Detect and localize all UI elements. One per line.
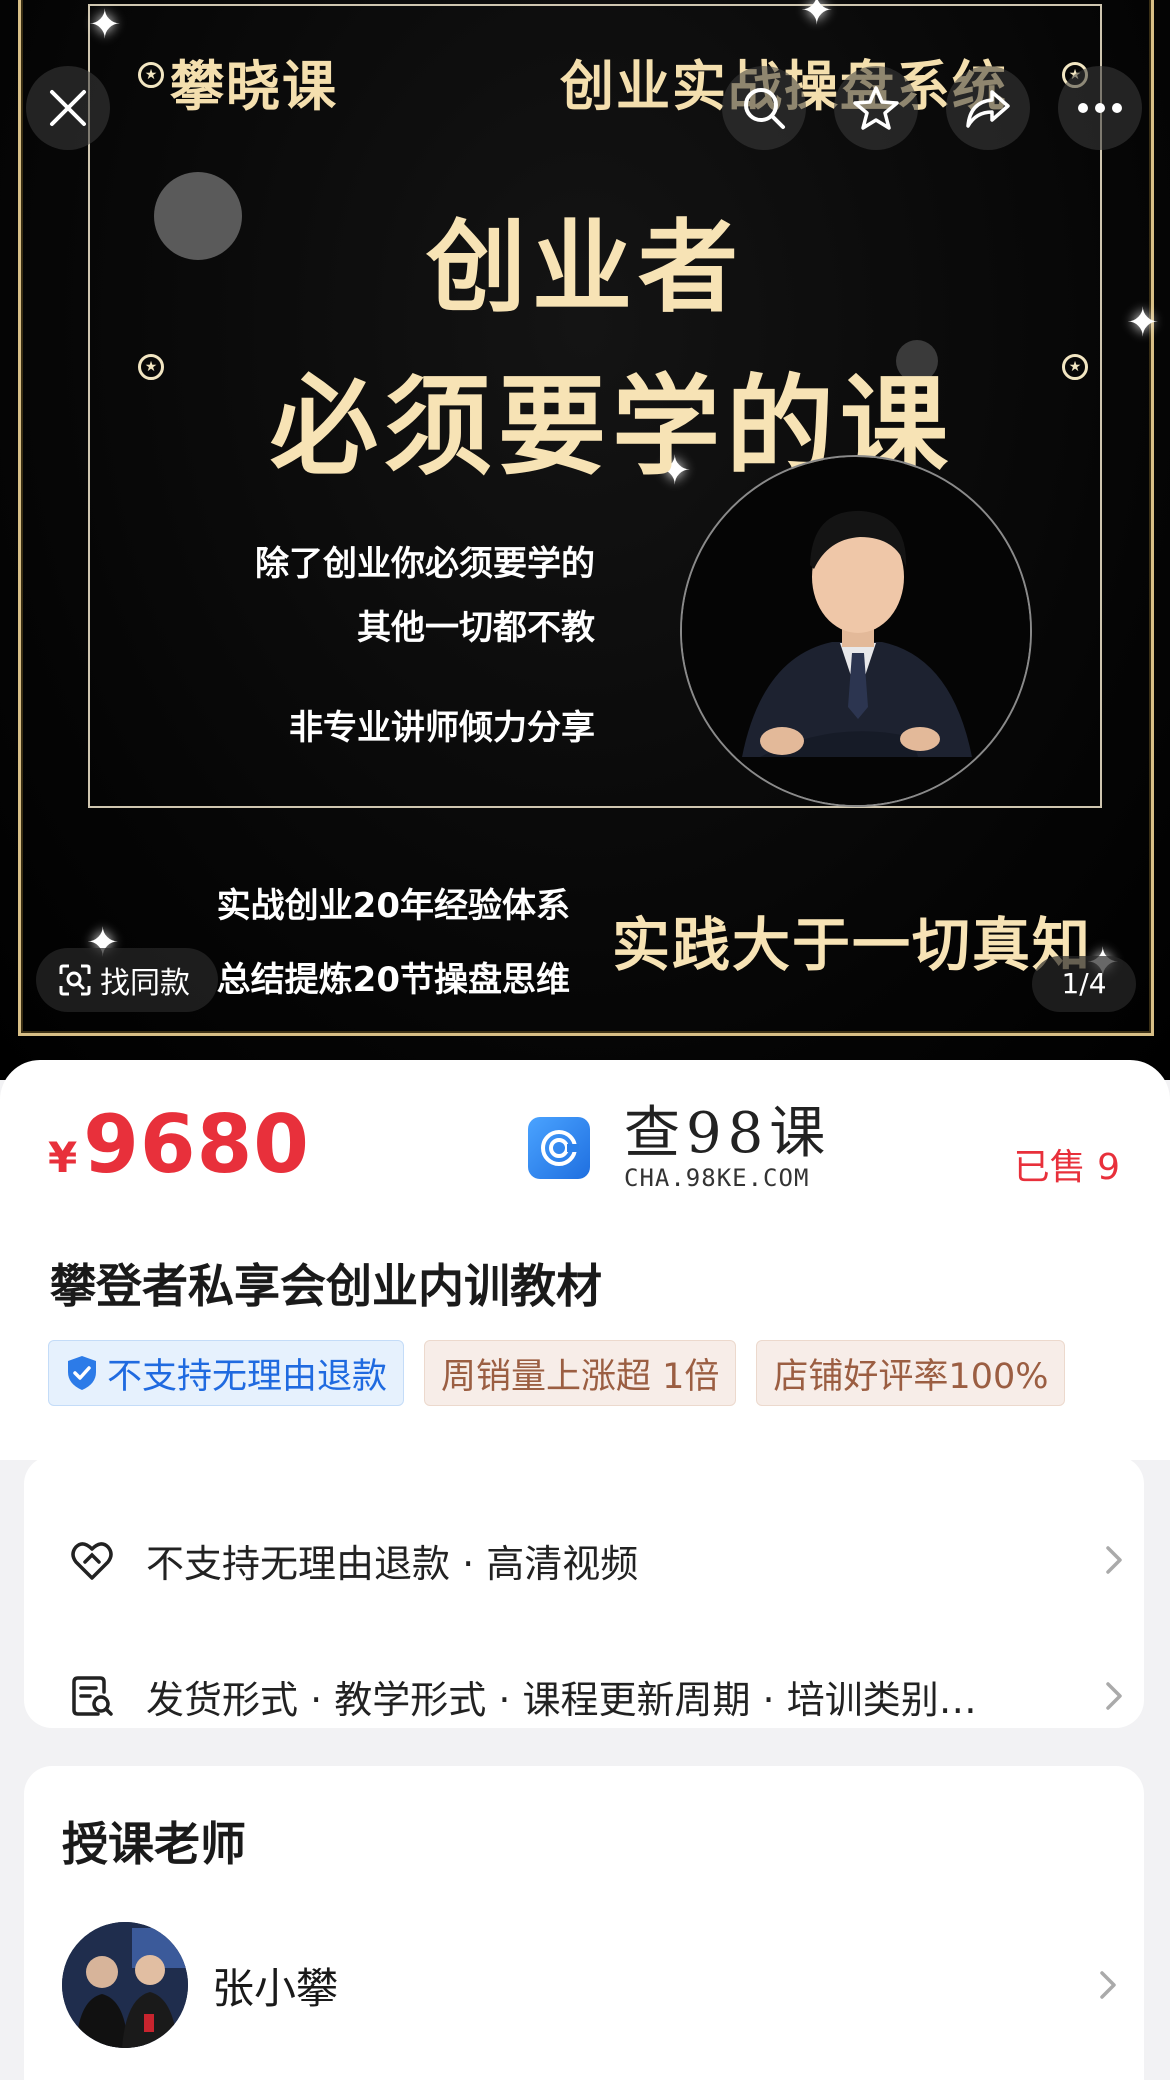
product-title: 攀登者私享会创业内训教材 xyxy=(50,1259,602,1313)
tag-weekly-sales[interactable]: 周销量上涨超 1倍 xyxy=(424,1340,737,1406)
tag-label: 周销量上涨超 1倍 xyxy=(441,1356,720,1397)
banner-headline-1: 创业者 xyxy=(426,209,744,326)
tag-label: 不支持无理由退款 xyxy=(107,1356,388,1397)
watermark-main-text: 查98课 xyxy=(624,1101,832,1166)
tag-label: 店铺好评率100% xyxy=(773,1356,1049,1397)
service-row-label: 不支持无理由退款 · 高清视频 xyxy=(146,1541,639,1586)
teacher-section-title: 授课老师 xyxy=(62,1817,246,1871)
image-page-indicator: 1/4 xyxy=(1032,956,1136,1012)
teacher-row[interactable]: 张小攀 xyxy=(62,1920,1122,2050)
star-icon xyxy=(853,86,899,130)
banner-tagline: 除了创业你必须要学的 xyxy=(255,544,595,584)
service-row-refund[interactable]: 不支持无理由退款 · 高清视频 xyxy=(68,1520,1128,1600)
teacher-avatar xyxy=(62,1922,188,2048)
teacher-card: 授课老师 张小攀 xyxy=(24,1766,1144,2080)
sparkle-icon: ✦ xyxy=(88,2,122,48)
star-badge-icon: ★ xyxy=(138,354,164,380)
find-same-button[interactable]: 找同款 xyxy=(36,948,218,1012)
chevron-right-icon xyxy=(1100,1971,1116,1999)
scan-icon xyxy=(59,964,91,996)
banner-brand: 攀晓课 xyxy=(170,55,338,118)
teacher-name: 张小攀 xyxy=(212,1963,339,2013)
chevron-right-icon xyxy=(1106,1546,1122,1574)
product-price: ¥ 9680 xyxy=(48,1098,310,1191)
watermark: 查98课 CHA.98KE.COM xyxy=(528,1104,831,1192)
more-icon xyxy=(1078,103,1122,113)
product-image-banner[interactable]: ★ ★ ★ ★ ✦ ✦ ✦ ✦ ✦ ✦ 攀晓课 创业实战操盘系统 创业者 必须要… xyxy=(0,0,1170,1080)
service-card: 不支持无理由退款 · 高清视频 发货形式 · 教学形式 · 课程更新周期 · 培… xyxy=(24,1456,1144,1728)
product-detail-page: ★ ★ ★ ★ ✦ ✦ ✦ ✦ ✦ ✦ 攀晓课 创业实战操盘系统 创业者 必须要… xyxy=(0,0,1170,2080)
tag-no-refund[interactable]: 不支持无理由退款 xyxy=(48,1340,405,1406)
search-icon xyxy=(744,88,785,129)
star-badge-icon: ★ xyxy=(1062,354,1088,380)
price-value: 9680 xyxy=(83,1098,310,1191)
banner-bottom-line: 总结提炼20节操盘思维 xyxy=(216,960,570,1000)
heart-guarantee-icon xyxy=(71,1542,113,1580)
close-button[interactable] xyxy=(26,66,110,150)
search-button[interactable] xyxy=(722,66,806,150)
product-tags: 不支持无理由退款 周销量上涨超 1倍 店铺好评率100% xyxy=(48,1340,1066,1406)
share-icon xyxy=(966,90,1010,128)
favorite-button[interactable] xyxy=(834,66,918,150)
star-badge-icon: ★ xyxy=(138,62,164,88)
more-button[interactable] xyxy=(1058,66,1142,150)
close-icon xyxy=(50,90,86,126)
share-button[interactable] xyxy=(946,66,1030,150)
find-same-label: 找同款 xyxy=(100,966,190,1001)
shield-check-icon xyxy=(68,1356,96,1390)
banner-slogan: 实践大于一切真知 xyxy=(612,911,1093,979)
instructor-portrait xyxy=(680,455,1032,807)
tag-store-rating[interactable]: 店铺好评率100% xyxy=(756,1340,1066,1406)
banner-bottom-line: 实战创业20年经验体系 xyxy=(216,886,570,926)
service-row-params[interactable]: 发货形式 · 教学形式 · 课程更新周期 · 培训类别… xyxy=(68,1656,1128,1736)
sold-count: 已售 9 xyxy=(1013,1147,1120,1188)
banner-tagline: 其他一切都不教 xyxy=(357,608,595,648)
service-row-label: 发货形式 · 教学形式 · 课程更新周期 · 培训类别… xyxy=(146,1677,977,1722)
banner-tagline: 非专业讲师倾力分享 xyxy=(289,708,595,748)
watermark-sub-text: CHA.98KE.COM xyxy=(624,1164,810,1192)
currency-symbol: ¥ xyxy=(48,1133,78,1182)
chevron-right-icon xyxy=(1106,1682,1122,1710)
watermark-logo-icon xyxy=(528,1117,590,1179)
document-search-icon xyxy=(72,1676,113,1716)
sparkle-icon: ✦ xyxy=(800,0,834,34)
